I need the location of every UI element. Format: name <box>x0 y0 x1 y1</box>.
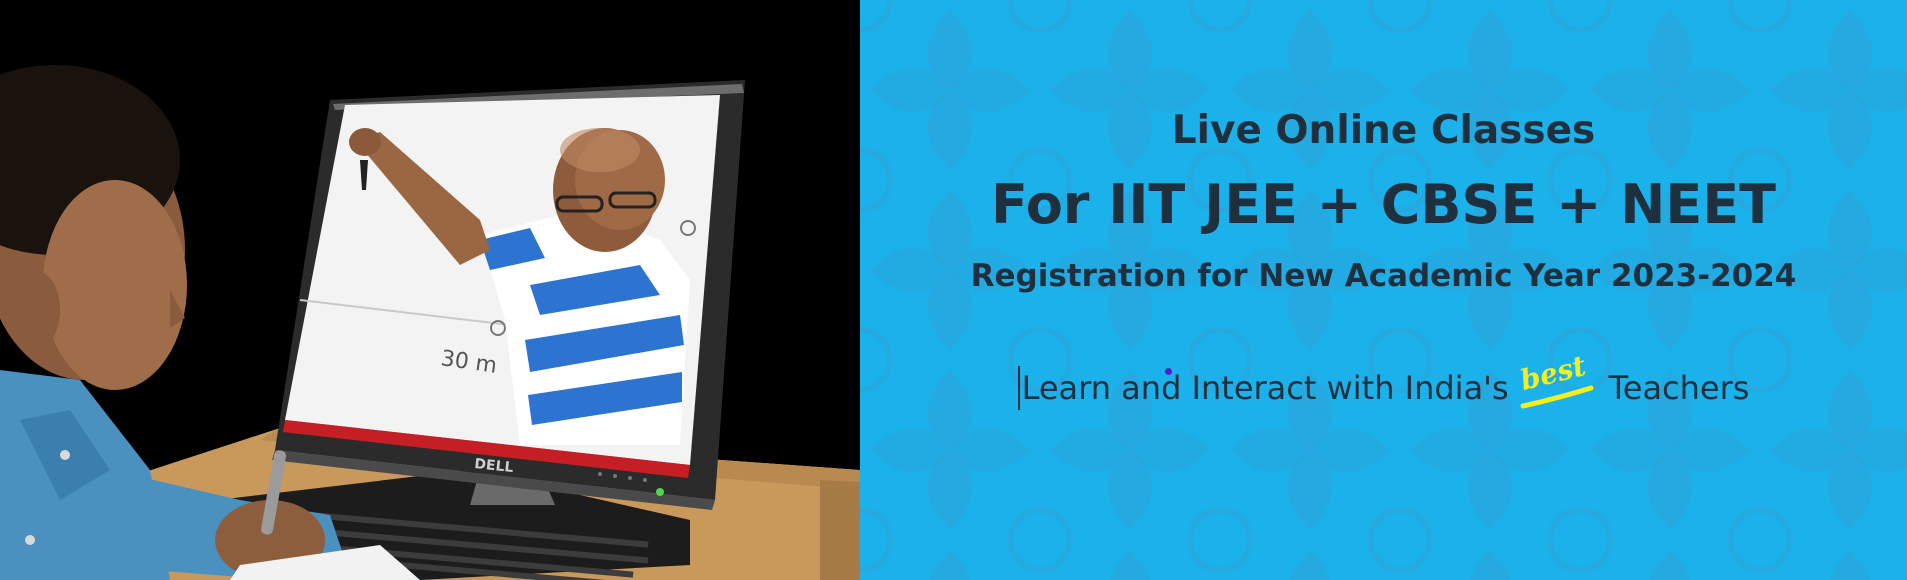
tagline: Learn and Interact with India's best Teach… <box>860 349 1907 414</box>
text-caret-icon <box>1017 366 1020 410</box>
hero-photo: 30 m DELL <box>0 0 860 580</box>
student-at-computer-illustration: 30 m DELL <box>0 65 860 580</box>
best-badge-icon: best <box>1517 349 1595 414</box>
hero-banner: 30 m DELL Live Online Classes For IIT JE… <box>0 0 1907 580</box>
headline-courses: For IIT JEE + CBSE + NEET <box>991 173 1776 236</box>
student-ear <box>16 272 60 348</box>
registration-subtitle: Registration for New Academic Year 2023-… <box>970 258 1797 294</box>
hero-text-panel: Live Online Classes For IIT JEE + CBSE +… <box>860 0 1907 580</box>
tagline-end: Teachers <box>1608 369 1750 407</box>
desk-side <box>820 480 860 580</box>
headline-live-classes: Live Online Classes <box>1171 108 1596 153</box>
tagline-start: Learn and Interact with India's <box>1021 369 1509 407</box>
